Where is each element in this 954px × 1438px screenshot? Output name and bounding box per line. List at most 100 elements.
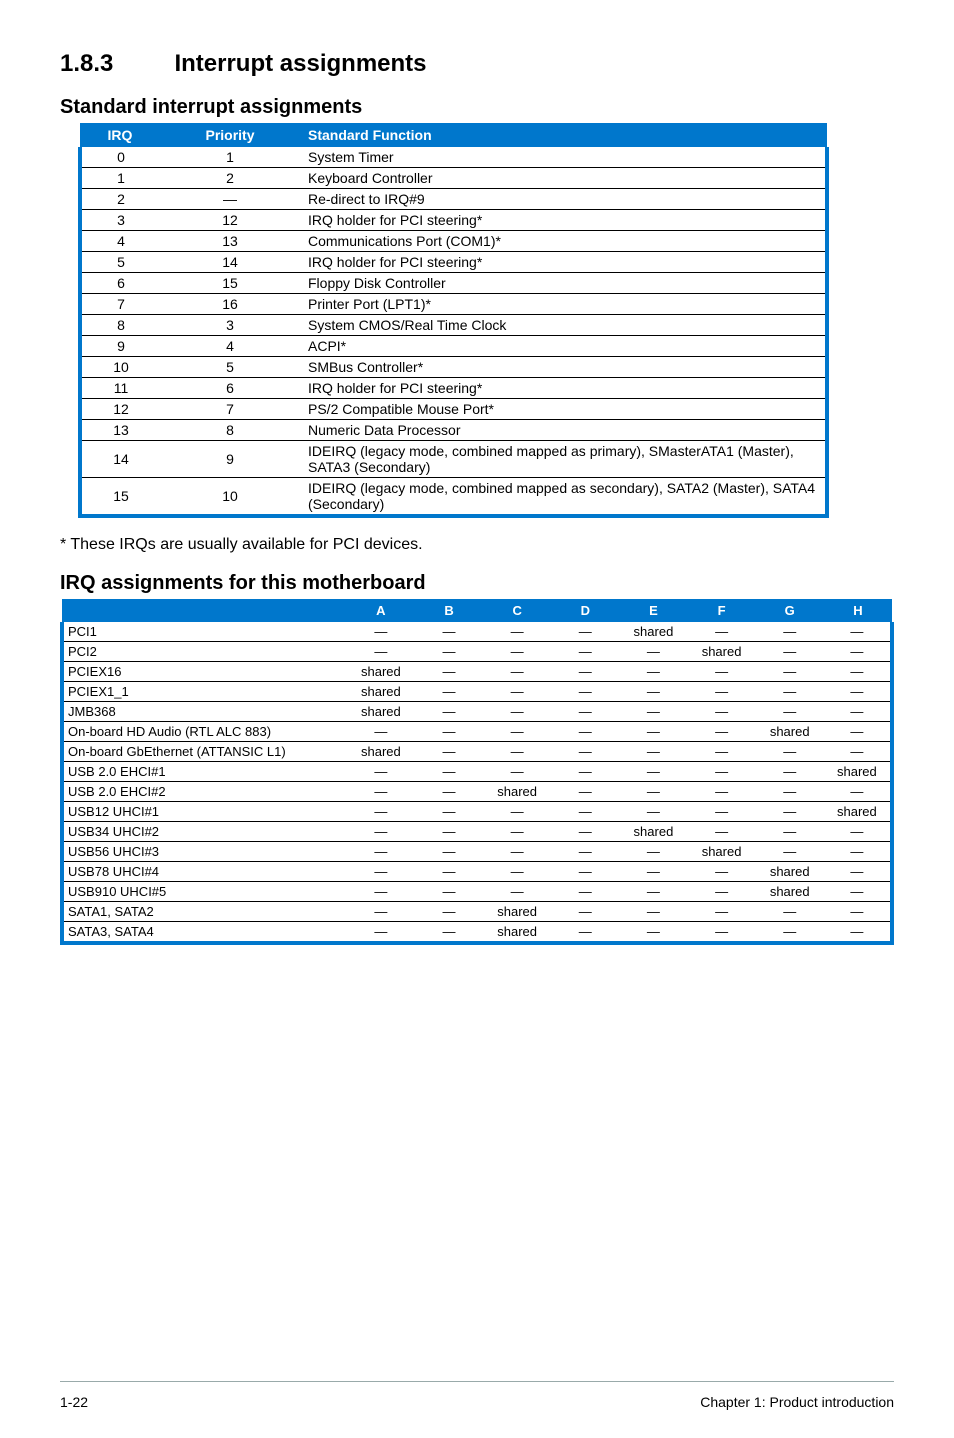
table-cell: 8 — [80, 315, 160, 336]
table-cell: USB78 UHCI#4 — [62, 862, 347, 882]
table-cell: — — [688, 822, 756, 842]
table-cell: 10 — [80, 357, 160, 378]
table-cell: — — [824, 862, 892, 882]
table-cell: — — [824, 822, 892, 842]
table-cell: — — [415, 682, 483, 702]
table-cell: PCI1 — [62, 622, 347, 642]
table-cell: — — [483, 882, 551, 902]
table-cell: 10 — [160, 478, 300, 517]
table-cell: — — [483, 862, 551, 882]
table-cell: Keyboard Controller — [300, 168, 827, 189]
table-cell: 15 — [160, 273, 300, 294]
table-cell: — — [483, 642, 551, 662]
th-f: F — [688, 599, 756, 622]
table-cell: — — [619, 702, 687, 722]
table-cell: — — [551, 782, 619, 802]
table-row: USB34 UHCI#2————shared——— — [62, 822, 892, 842]
table-cell: USB12 UHCI#1 — [62, 802, 347, 822]
table-cell: JMB368 — [62, 702, 347, 722]
table-row: 149IDEIRQ (legacy mode, combined mapped … — [80, 441, 827, 478]
table-cell: 13 — [160, 231, 300, 252]
table-cell: 2 — [80, 189, 160, 210]
table-cell: 13 — [80, 420, 160, 441]
table-cell: — — [756, 662, 824, 682]
th-priority: Priority — [160, 123, 300, 147]
table-cell: — — [619, 922, 687, 944]
chapter-label: Chapter 1: Product introduction — [700, 1394, 894, 1410]
table-cell: 4 — [80, 231, 160, 252]
table-cell: — — [415, 782, 483, 802]
table-row: USB 2.0 EHCI#2——shared————— — [62, 782, 892, 802]
table-row: 105SMBus Controller* — [80, 357, 827, 378]
table-cell: 6 — [80, 273, 160, 294]
table-cell: — — [824, 642, 892, 662]
table-cell: — — [415, 802, 483, 822]
table-cell: — — [483, 842, 551, 862]
table-cell: shared — [347, 682, 415, 702]
table-row: USB56 UHCI#3—————shared—— — [62, 842, 892, 862]
table-cell: Re-direct to IRQ#9 — [300, 189, 827, 210]
table-cell: — — [483, 702, 551, 722]
table-cell: shared — [483, 782, 551, 802]
table-cell: 9 — [160, 441, 300, 478]
table-cell: — — [619, 802, 687, 822]
page-number: 1-22 — [60, 1394, 88, 1410]
table-row: 2—Re-direct to IRQ#9 — [80, 189, 827, 210]
table-cell: — — [756, 642, 824, 662]
table-cell: PS/2 Compatible Mouse Port* — [300, 399, 827, 420]
table-cell: — — [551, 802, 619, 822]
table-cell: — — [688, 622, 756, 642]
table-cell: — — [483, 762, 551, 782]
table-row: JMB368shared——————— — [62, 702, 892, 722]
th-function: Standard Function — [300, 123, 827, 147]
table-cell: — — [347, 882, 415, 902]
table-cell: — — [415, 742, 483, 762]
table-cell: 14 — [160, 252, 300, 273]
table-cell: On-board GbEthernet (ATTANSIC L1) — [62, 742, 347, 762]
section-number: 1.8.3 — [60, 50, 170, 78]
table-cell: — — [347, 642, 415, 662]
table-cell: — — [415, 702, 483, 722]
table-cell: 5 — [160, 357, 300, 378]
table-cell: — — [688, 662, 756, 682]
table-cell: — — [347, 782, 415, 802]
table-cell: shared — [756, 862, 824, 882]
table-cell: On-board HD Audio (RTL ALC 883) — [62, 722, 347, 742]
table-cell: 1 — [80, 168, 160, 189]
table-cell: — — [824, 702, 892, 722]
table-cell: 3 — [80, 210, 160, 231]
table-row: USB 2.0 EHCI#1———————shared — [62, 762, 892, 782]
table-cell: — — [619, 902, 687, 922]
table-cell: shared — [756, 722, 824, 742]
table-cell: — — [688, 702, 756, 722]
table-row: 716Printer Port (LPT1)* — [80, 294, 827, 315]
th-irq: IRQ — [80, 123, 160, 147]
table-cell: Numeric Data Processor — [300, 420, 827, 441]
table-cell: — — [824, 742, 892, 762]
table-cell: PCIEX16 — [62, 662, 347, 682]
table-cell: — — [415, 722, 483, 742]
th-a: A — [347, 599, 415, 622]
table-cell: — — [551, 702, 619, 722]
table-cell: 11 — [80, 378, 160, 399]
table-row: 127PS/2 Compatible Mouse Port* — [80, 399, 827, 420]
table-cell: — — [483, 822, 551, 842]
th-d: D — [551, 599, 619, 622]
table-cell: 12 — [160, 210, 300, 231]
table-cell: — — [619, 722, 687, 742]
table-cell: — — [619, 742, 687, 762]
table-row: On-board GbEthernet (ATTANSIC L1)shared—… — [62, 742, 892, 762]
table-cell: — — [824, 622, 892, 642]
table-cell: USB34 UHCI#2 — [62, 822, 347, 842]
th-c: C — [483, 599, 551, 622]
table-cell: — — [415, 882, 483, 902]
table-cell: — — [619, 762, 687, 782]
table-row: USB910 UHCI#5——————shared— — [62, 882, 892, 902]
table-cell: — — [483, 722, 551, 742]
table-row: USB78 UHCI#4——————shared— — [62, 862, 892, 882]
table-row: SATA3, SATA4——shared————— — [62, 922, 892, 944]
table-row: 01System Timer — [80, 147, 827, 168]
table-cell: shared — [688, 642, 756, 662]
table-cell: Printer Port (LPT1)* — [300, 294, 827, 315]
table-cell: USB910 UHCI#5 — [62, 882, 347, 902]
